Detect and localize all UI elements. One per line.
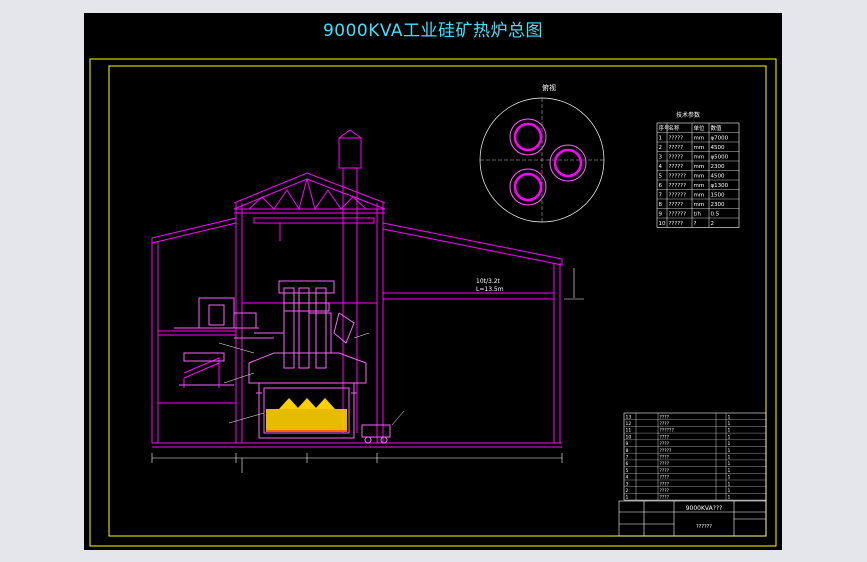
params-cell: 2300 xyxy=(711,202,725,208)
electrode-3 xyxy=(513,172,543,202)
drawing-title: 9000KVA工业硅矿热炉总图 xyxy=(322,21,544,41)
bom-cell: 1 xyxy=(728,495,731,501)
params-cell: 6 xyxy=(659,183,663,189)
bom-cell: ???? xyxy=(660,434,670,440)
bom-cell: 1 xyxy=(728,481,731,487)
params-cell: 2 xyxy=(711,221,715,227)
bom-cell: 7 xyxy=(626,455,629,461)
bom-cell: 1 xyxy=(728,461,731,467)
bom-cell: 1 xyxy=(728,441,731,447)
bom-cell: ?????? xyxy=(660,428,675,434)
params-cell: mm xyxy=(694,174,705,180)
bom-cell: 10 xyxy=(626,434,632,440)
params-cell: 9 xyxy=(659,212,663,218)
bom-cell: ???? xyxy=(660,468,670,474)
params-cell: ? xyxy=(694,221,697,227)
params-cell: mm xyxy=(694,164,705,170)
params-cell: ????? xyxy=(669,202,684,208)
params-cell: 3 xyxy=(659,155,663,161)
bom-cell: ???? xyxy=(660,421,670,427)
params-cell: φ7000 xyxy=(711,136,729,142)
bom-cell: 9 xyxy=(626,441,629,447)
drawing-name: 9000KVA??? xyxy=(686,505,723,512)
bom-cell: 1 xyxy=(728,488,731,494)
bom-cell: 12 xyxy=(626,421,632,427)
outer-frame xyxy=(89,58,777,547)
bom-cell: 1 xyxy=(728,475,731,481)
bom-cell: 1 xyxy=(728,428,731,434)
params-cell: 4500 xyxy=(711,145,725,151)
params-cell: 4500 xyxy=(711,174,725,180)
bom-cell: ????? xyxy=(660,448,673,454)
furnace-bath xyxy=(266,398,347,432)
electrode-2 xyxy=(553,148,583,178)
bom-cell: 8 xyxy=(626,448,629,454)
params-cell: φ5000 xyxy=(711,155,729,161)
top-view-label: 俯视 xyxy=(542,83,556,92)
params-cell: mm xyxy=(694,193,705,199)
bom-cell: 2 xyxy=(626,488,629,494)
bom-cell: 1 xyxy=(728,448,731,454)
bom-cell: 3 xyxy=(626,481,629,487)
params-header-cell: 单位 xyxy=(694,124,706,132)
bom-cell: ???? xyxy=(660,475,670,481)
bom-cell: 1 xyxy=(728,468,731,474)
params-cell: ?????? xyxy=(669,212,687,218)
bom-cell: 5 xyxy=(626,468,629,474)
bom-cell: ???? xyxy=(660,414,670,420)
params-cell: mm xyxy=(694,136,705,142)
params-cell: ?????? xyxy=(669,193,687,199)
params-cell: 2300 xyxy=(711,164,725,170)
cad-drawing: 10t/3.2t L=13.5m 俯视 技术参数 序号名称 单位 数值1????? m… xyxy=(89,58,777,547)
params-cell: mm xyxy=(694,155,705,161)
bom-cell: ???? xyxy=(660,495,670,501)
drawing-subtitle: ?????? xyxy=(696,524,712,530)
params-cell: t/h xyxy=(694,212,702,218)
bom-cell: 11 xyxy=(626,428,632,434)
bom-cell: 1 xyxy=(728,414,731,420)
params-cell: 10 xyxy=(659,221,666,227)
params-cell: ?????? xyxy=(669,174,687,180)
params-cell: ????? xyxy=(669,164,684,170)
bom-cell: 1 xyxy=(728,421,731,427)
params-cell: ????? xyxy=(669,145,684,151)
params-cell: ????? xyxy=(669,155,684,161)
bom-cell: 4 xyxy=(626,475,629,481)
bom-cell: ???? xyxy=(660,461,670,467)
electrode-1 xyxy=(513,122,543,152)
bom-cell: 13 xyxy=(626,414,632,420)
params-cell: 1500 xyxy=(711,193,725,199)
params-cell: 7 xyxy=(659,193,663,199)
params-table: 技术参数 序号名称 单位 数值1????? mm φ70002????? mm 45003?… xyxy=(656,111,740,228)
top-view: 俯视 xyxy=(479,83,605,223)
params-header-cell: 名称 xyxy=(669,124,681,132)
bom-cell: ???? xyxy=(660,481,670,487)
params-title: 技术参数 xyxy=(676,111,700,119)
params-cell: ?????? xyxy=(669,183,687,189)
params-cell: 1 xyxy=(659,136,663,142)
params-cell: 0.5 xyxy=(711,212,720,218)
bom-cell: 1 xyxy=(728,455,731,461)
params-cell: mm xyxy=(694,202,705,208)
bom-cell: ???? xyxy=(660,441,670,447)
params-cell: mm xyxy=(694,145,705,151)
bom-cell: 1 xyxy=(626,495,629,501)
bom-cell: ???? xyxy=(660,488,670,494)
params-cell: ????? xyxy=(669,221,684,227)
params-cell: φ1300 xyxy=(711,183,729,189)
crane-capacity-label: 10t/3.2t xyxy=(476,278,501,285)
params-cell: 8 xyxy=(659,202,663,208)
crane-span-label: L=13.5m xyxy=(476,286,504,293)
params-cell: ????? xyxy=(669,136,684,142)
bom-cell: 6 xyxy=(626,461,629,467)
params-cell: 4 xyxy=(659,164,663,170)
params-cell: mm xyxy=(694,183,705,189)
bom-cell: 1 xyxy=(728,434,731,440)
drawing-sheet: 10t/3.2t L=13.5m 俯视 技术参数 序号 名称 单位 数值 1????? m… xyxy=(84,13,782,550)
bom-cell: ???? xyxy=(660,455,670,461)
bom-table: 13???? 112???? 111?????? 110???? 19???? 18???… xyxy=(623,412,767,501)
params-header-cell: 数值 xyxy=(711,124,723,132)
params-cell: 5 xyxy=(659,174,663,180)
params-cell: 2 xyxy=(659,145,663,151)
